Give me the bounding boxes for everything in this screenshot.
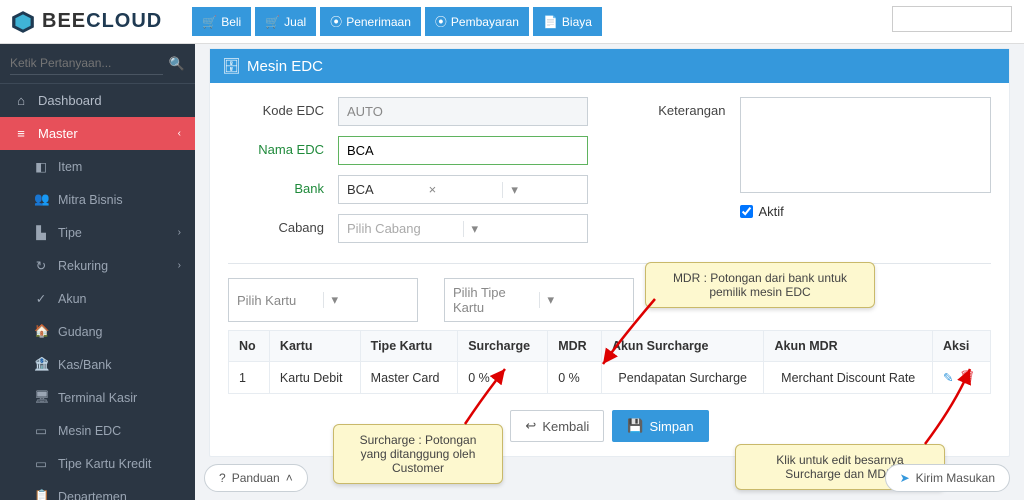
th-no: No [229,331,270,362]
back-icon: ↩ [525,418,536,434]
logo: BEECLOUD [10,9,162,35]
sitemap-icon: ▙ [34,225,48,240]
chevron-up-icon: ˄ [286,471,293,485]
th-aksi: Aksi [932,331,990,362]
callout-surcharge: Surcharge : Potongan yang ditanggung ole… [333,424,503,484]
callout-mdr: MDR : Potongan dari bank untuk pemilik m… [645,262,875,308]
credit-card-icon: ▭ [34,456,48,471]
th-kartu: Kartu [269,331,360,362]
topbar: BEECLOUD 🛒Beli 🛒Jual ⦿Penerimaan ⦿Pembay… [0,0,1024,44]
checkbox-aktif[interactable] [740,205,753,218]
sidebar-search-input[interactable] [10,52,163,75]
input-nama-edc[interactable] [338,136,588,165]
topnav: 🛒Beli 🛒Jual ⦿Penerimaan ⦿Pembayaran 📄Bia… [192,7,602,36]
input-kode-edc[interactable] [338,97,588,126]
divider [228,263,991,264]
warehouse-icon: 🏠 [34,324,48,339]
monitor-icon: 🖥 [34,390,48,405]
calculator-icon: 🗄 [222,57,241,75]
kembali-button[interactable]: ↩Kembali [510,410,604,442]
sidebar-item-tipe[interactable]: ▙Tipe› [0,216,195,249]
sidebar-item-item[interactable]: ◧Item [0,150,195,183]
label-nama: Nama EDC [228,136,338,157]
check-icon: ✓ [34,291,48,306]
logo-text-b: CLOUD [86,10,162,33]
sidebar-item-rekuring[interactable]: ↻Rekuring› [0,249,195,282]
sidebar-item-akun[interactable]: ✓Akun [0,282,195,315]
th-tipe: Tipe Kartu [360,331,458,362]
label-keterangan: Keterangan [630,97,740,118]
label-kode: Kode EDC [228,97,338,118]
chevron-right-icon: › [178,260,181,271]
th-mdr: MDR [548,331,602,362]
save-icon: 💾 [627,418,643,434]
nav-beli[interactable]: 🛒Beli [192,7,251,36]
chevron-down-icon[interactable]: ▾ [463,221,588,237]
cart-icon: 🛒 [265,15,280,29]
panduan-button[interactable]: ?Panduan˄ [204,464,308,492]
main-content: 🗄 Mesin EDC Kode EDC Nama EDC [195,44,1024,500]
table-row: 1 Kartu Debit Master Card 0 % 0 % Pendap… [229,362,991,394]
sidebar-item-master[interactable]: ≡Master‹ [0,117,195,150]
sidebar-item-departemen[interactable]: 📋Departemen [0,480,195,500]
database-icon: ≡ [14,126,28,141]
clear-icon[interactable]: × [423,182,503,197]
cash-in-icon: ⦿ [330,13,342,30]
label-aktif: Aktif [759,204,784,219]
panel-header: 🗄 Mesin EDC [210,49,1009,83]
table-kartu: No Kartu Tipe Kartu Surcharge MDR Akun S… [228,330,991,394]
users-icon: 👥 [34,192,48,207]
help-icon: ? [219,471,226,485]
sidebar-item-mitra[interactable]: 👥Mitra Bisnis [0,183,195,216]
th-surcharge: Surcharge [458,331,548,362]
nav-pembayaran[interactable]: ⦿Pembayaran [425,7,529,36]
label-cabang: Cabang [228,214,338,235]
sidebar-search: 🔍 [0,44,195,84]
global-search-input[interactable] [892,6,1012,32]
nav-jual[interactable]: 🛒Jual [255,7,316,36]
cash-out-icon: ⦿ [435,13,447,30]
delete-icon[interactable]: 🗑 [959,370,975,385]
simpan-button[interactable]: 💾Simpan [612,410,708,442]
sidebar-item-dashboard[interactable]: ⌂Dashboard [0,84,195,117]
th-akun-s: Akun Surcharge [601,331,764,362]
kirim-masukan-button[interactable]: ➤Kirim Masukan [885,464,1010,492]
chevron-right-icon: › [178,227,181,238]
refresh-icon: ↻ [34,258,48,273]
logo-icon [10,9,36,35]
nav-penerimaan[interactable]: ⦿Penerimaan [320,7,421,36]
filter-row: Pilih Kartu▾ Pilih Tipe Kartu▾ [228,278,991,322]
clipboard-icon: 📋 [34,489,48,500]
sidebar-item-kasbank[interactable]: 🏦Kas/Bank [0,348,195,381]
th-akun-m: Akun MDR [764,331,933,362]
chevron-down-icon[interactable]: ▾ [539,292,634,308]
panel-mesin-edc: 🗄 Mesin EDC Kode EDC Nama EDC [209,48,1010,457]
chevron-down-icon[interactable]: ▾ [502,182,587,198]
sidebar-item-tipekk[interactable]: ▭Tipe Kartu Kredit [0,447,195,480]
cart-icon: 🛒 [202,15,217,29]
chevron-left-icon: ‹ [178,128,181,139]
select-cabang[interactable]: Pilih Cabang▾ [338,214,588,243]
sidebar-item-gudang[interactable]: 🏠Gudang [0,315,195,348]
doc-icon: 📄 [543,15,558,29]
nav-biaya[interactable]: 📄Biaya [533,7,602,36]
edit-icon[interactable]: ✎ [943,370,953,385]
logo-text-a: BEE [42,10,86,33]
textarea-keterangan[interactable] [740,97,992,193]
sidebar: 🔍 ⌂Dashboard ≡Master‹ ◧Item 👥Mitra Bisni… [0,44,195,500]
cube-icon: ◧ [34,159,48,174]
select-pilih-tipe-kartu[interactable]: Pilih Tipe Kartu▾ [444,278,634,322]
chevron-down-icon[interactable]: ▾ [323,292,418,308]
send-icon: ➤ [900,471,910,485]
sidebar-item-terminal[interactable]: 🖥Terminal Kasir [0,381,195,414]
search-icon: 🔍 [169,56,185,72]
select-bank[interactable]: BCA×▾ [338,175,588,204]
select-pilih-kartu[interactable]: Pilih Kartu▾ [228,278,418,322]
home-icon: ⌂ [14,93,28,108]
label-bank: Bank [228,175,338,196]
bank-icon: 🏦 [34,357,48,372]
panel-title: Mesin EDC [247,58,323,75]
sidebar-item-mesinedc[interactable]: ▭Mesin EDC [0,414,195,447]
card-icon: ▭ [34,423,48,438]
